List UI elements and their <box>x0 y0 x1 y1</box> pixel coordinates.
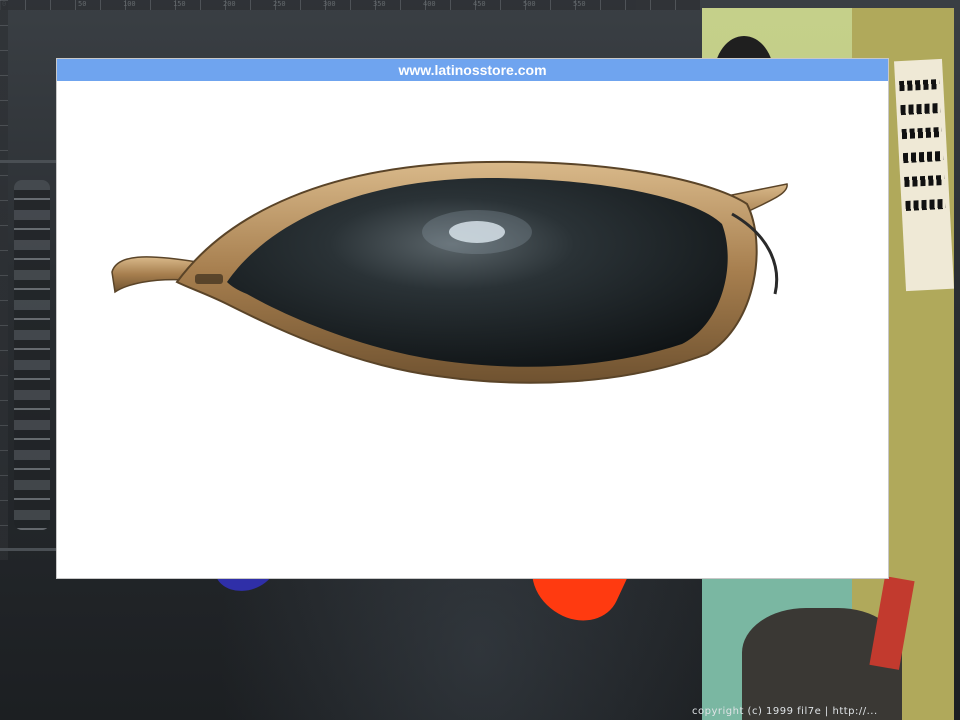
chain-decoration <box>14 180 50 530</box>
ruler-label: 250 <box>273 0 286 8</box>
ruler-label: 300 <box>323 0 336 8</box>
ruler-label: 200 <box>223 0 236 8</box>
sunglasses-image <box>111 160 788 384</box>
ruler-label: 500 <box>523 0 536 8</box>
ruler-label: 50 <box>78 0 87 8</box>
image-window: www.latinosstore.com <box>57 59 888 578</box>
ruler-label: 450 <box>473 0 486 8</box>
top-ruler: 0 50 100 150 200 250 300 350 400 450 500… <box>0 0 700 10</box>
ruler-label: 550 <box>573 0 586 8</box>
left-ruler <box>0 0 8 560</box>
ruler-label: 350 <box>373 0 386 8</box>
url-banner: www.latinosstore.com <box>57 59 888 81</box>
poster-credit: copyright (c) 1999 fil7e | http://... <box>692 706 878 717</box>
ruler-label: 100 <box>123 0 136 8</box>
ruler-label: 150 <box>173 0 186 8</box>
ruler-label: 400 <box>423 0 436 8</box>
